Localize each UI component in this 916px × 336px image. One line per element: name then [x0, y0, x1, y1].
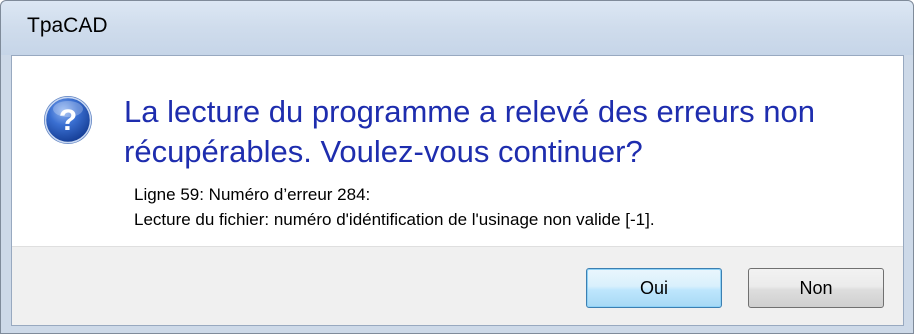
- no-button[interactable]: Non: [748, 268, 884, 308]
- button-bar: Oui Non: [12, 246, 903, 325]
- dialog-window: TpaCAD ? La lecture du programme a relev…: [0, 0, 914, 334]
- question-icon: ?: [44, 96, 92, 144]
- detail-line-error-description: Lecture du fichier: numéro d'idéntificat…: [134, 210, 655, 229]
- error-details: Ligne 59: Numéro d’erreur 284: Lecture d…: [134, 182, 655, 232]
- window-title: TpaCAD: [27, 14, 108, 37]
- dialog-body: ? La lecture du programme a relevé des e…: [11, 55, 904, 326]
- detail-line-error-code: Ligne 59: Numéro d’erreur 284:: [134, 185, 371, 204]
- main-instruction: La lecture du programme a relevé des err…: [124, 94, 815, 169]
- title-bar[interactable]: TpaCAD: [1, 1, 913, 55]
- message-area: ? La lecture du programme a relevé des e…: [12, 56, 903, 246]
- yes-button[interactable]: Oui: [586, 268, 722, 308]
- svg-text:?: ?: [59, 104, 77, 137]
